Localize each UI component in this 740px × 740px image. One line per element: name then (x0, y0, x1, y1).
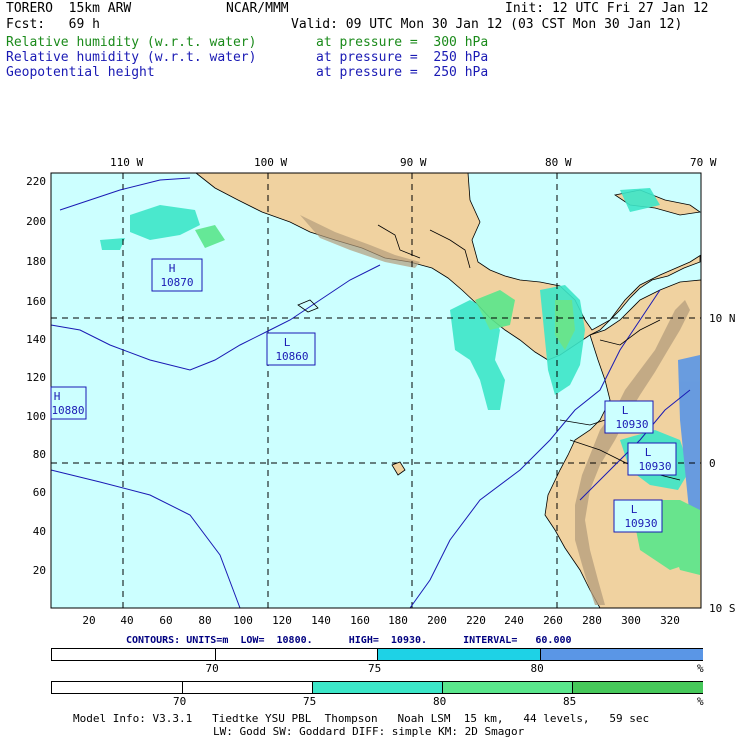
y-tick-label: 100 (26, 410, 46, 423)
valid-time: Valid: 09 UTC Mon 30 Jan 12 (03 CST Mon … (291, 17, 683, 32)
physics-info: LW: Godd SW: Goddard DIFF: simple KM: 2D… (213, 725, 525, 738)
lat-label-3: 10 S (709, 602, 736, 615)
center-4-value: 10930 (615, 418, 648, 431)
organization-label: NCAR/MMM (226, 1, 289, 16)
x-tick-label: 320 (660, 614, 680, 627)
x-tick-label: 60 (159, 614, 172, 627)
center-1-value: 10870 (160, 276, 193, 289)
x-tick-label: 200 (427, 614, 447, 627)
colorbar-segment (572, 682, 703, 693)
colorbar-segment (52, 682, 182, 693)
lon-label-4: 80 W (545, 156, 572, 169)
colorbar-segment (52, 649, 215, 660)
colorbar-tick-label: 70 (205, 662, 219, 675)
colorbar-tick-label: % (697, 695, 704, 708)
x-ticks: 20 40 60 80 100 120 140 160 180 200 220 240 260 2… (82, 614, 680, 627)
center-2-value: 10860 (275, 350, 308, 363)
y-tick-label: 220 (26, 175, 46, 188)
model-title: TORERO 15km ARW (6, 1, 132, 16)
colorbar-tick-label: 75 (303, 695, 317, 708)
colorbar-tick-label: 75 (368, 662, 382, 675)
colorbar-tick-label: 70 (173, 695, 187, 708)
colorbar-segment (442, 682, 573, 693)
contours-caption: CONTOURS: UNITS=m LOW= 10800. HIGH= 1093… (126, 635, 572, 646)
forecast-map: H10870 L10860 H10880 L10930 L10930 L1093… (26, 156, 736, 627)
x-tick-label: 300 (621, 614, 641, 627)
y-tick-label: 160 (26, 295, 46, 308)
init-time: Init: 12 UTC Fri 27 Jan 12 (505, 1, 709, 16)
x-tick-label: 80 (198, 614, 211, 627)
center-3-value: 10880 (51, 404, 84, 417)
center-5-type: L (645, 446, 652, 459)
y-ticks: 220 200 180 160 140 120 100 80 60 40 20 (26, 175, 46, 577)
x-tick-label: 220 (466, 614, 486, 627)
x-tick-label: 180 (388, 614, 408, 627)
lat-label-1: 10 N (709, 312, 736, 325)
field-2-name: Relative humidity (w.r.t. water) (6, 50, 257, 65)
colorbar-segment (539, 649, 703, 660)
x-tick-label: 20 (82, 614, 95, 627)
y-tick-label: 180 (26, 255, 46, 268)
y-tick-label: 120 (26, 371, 46, 384)
x-tick-label: 280 (582, 614, 602, 627)
x-tick-label: 100 (233, 614, 253, 627)
x-tick-label: 260 (543, 614, 563, 627)
x-tick-label: 140 (311, 614, 331, 627)
lon-label-5: 70 W (690, 156, 717, 169)
center-4-type: L (622, 404, 629, 417)
colorbar-tick-label: % (697, 662, 704, 675)
y-tick-label: 200 (26, 215, 46, 228)
field-3-level: at pressure = 250 hPa (316, 65, 489, 80)
forecast-hour: Fcst: 69 h (6, 17, 100, 32)
colorbar-segment (214, 649, 378, 660)
lon-label-2: 100 W (254, 156, 287, 169)
y-tick-label: 60 (33, 486, 46, 499)
colorbar-tick-label: 80 (433, 695, 447, 708)
colorbar-250hpa (51, 648, 703, 661)
lon-label-1: 110 W (110, 156, 143, 169)
center-6-type: L (631, 503, 638, 516)
y-tick-label: 40 (33, 525, 46, 538)
center-6-value: 10930 (624, 517, 657, 530)
field-1-level: at pressure = 300 hPa (316, 35, 489, 50)
colorbar-segment (312, 682, 443, 693)
x-tick-label: 240 (504, 614, 524, 627)
x-tick-label: 120 (272, 614, 292, 627)
field-1-name: Relative humidity (w.r.t. water) (6, 35, 257, 50)
x-tick-label: 40 (120, 614, 133, 627)
lat-label-2: 0 (709, 457, 716, 470)
colorbar-segment (377, 649, 541, 660)
colorbar-300hpa (51, 681, 703, 694)
y-tick-label: 140 (26, 333, 46, 346)
y-tick-label: 20 (33, 564, 46, 577)
colorbar-tick-label: 85 (563, 695, 577, 708)
center-1-type: H (169, 262, 176, 275)
center-2-type: L (284, 336, 291, 349)
model-info: Model Info: V3.3.1 Tiedtke YSU PBL Thomp… (73, 712, 650, 725)
center-5-value: 10930 (638, 460, 671, 473)
colorbar-segment (182, 682, 313, 693)
lon-label-3: 90 W (400, 156, 427, 169)
center-3-type: H (54, 390, 61, 403)
colorbar-tick-label: 80 (530, 662, 544, 675)
y-tick-label: 80 (33, 448, 46, 461)
field-2-level: at pressure = 250 hPa (316, 50, 489, 65)
field-3-name: Geopotential height (6, 65, 155, 80)
x-tick-label: 160 (350, 614, 370, 627)
